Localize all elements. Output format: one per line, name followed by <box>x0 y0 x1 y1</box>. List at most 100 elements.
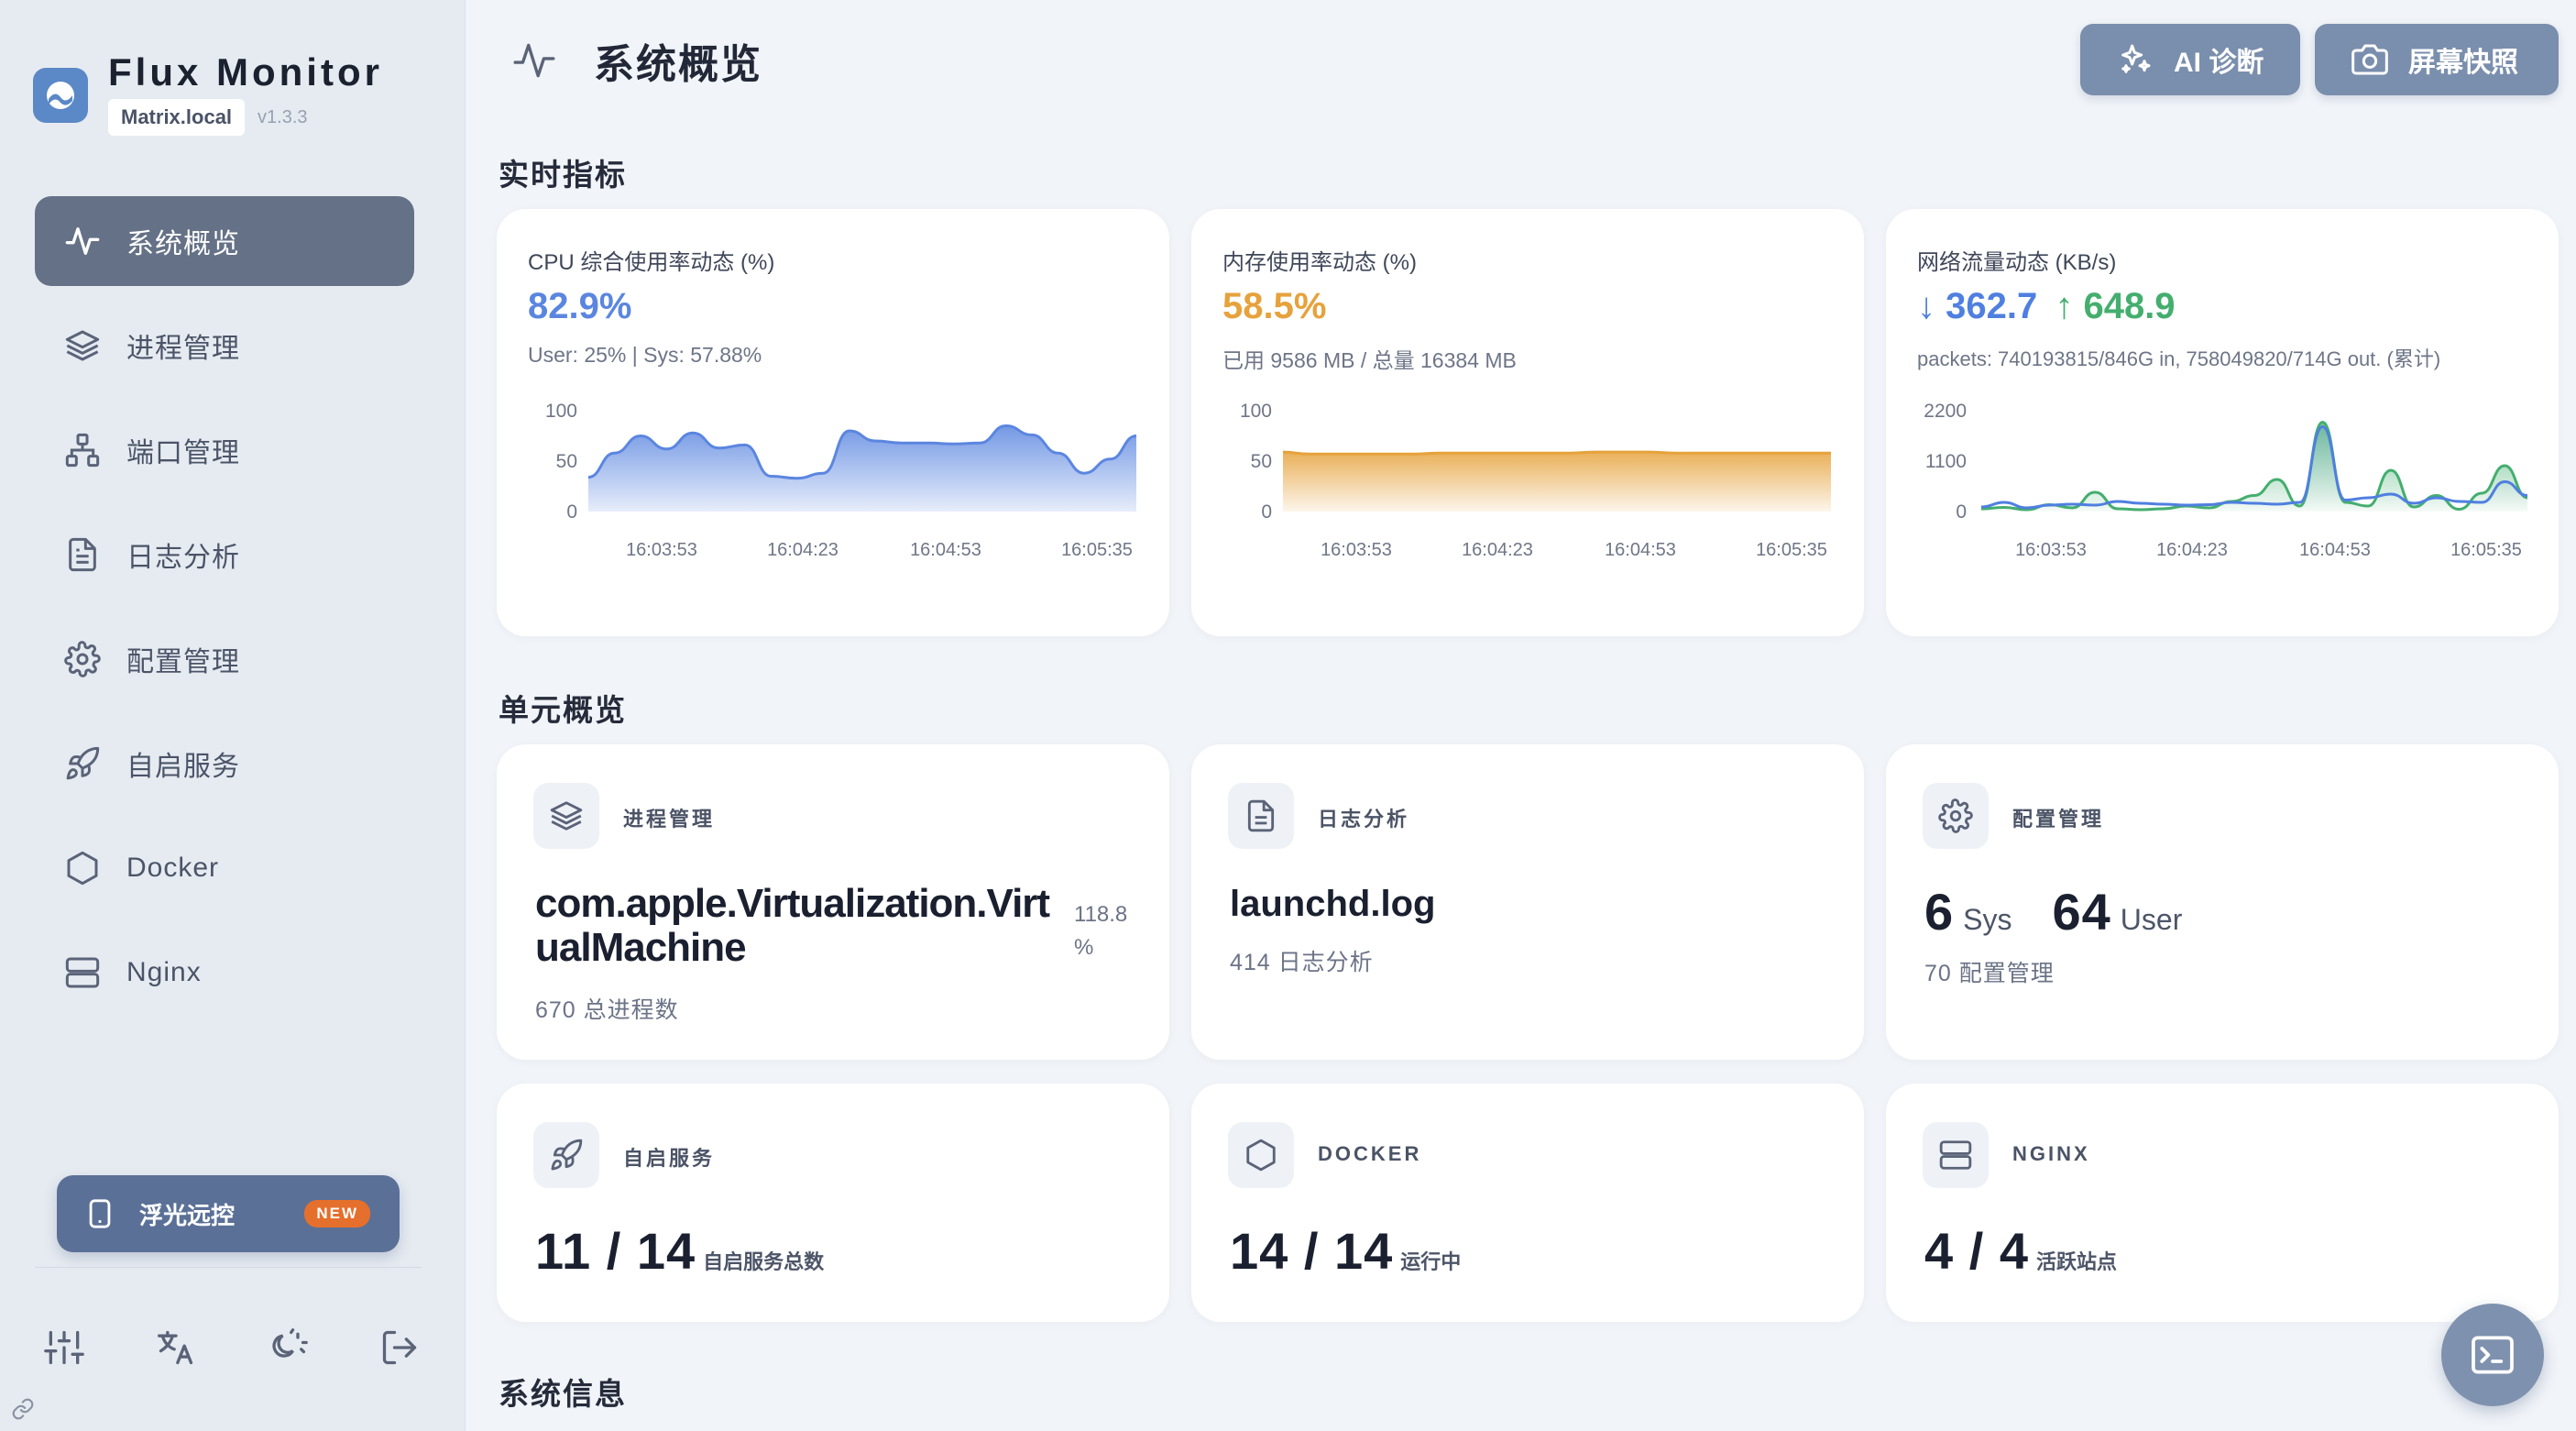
series-area <box>1283 452 1831 512</box>
cpu-value: 82.9% <box>528 286 632 326</box>
y-tick-label: 50 <box>556 451 577 472</box>
server-icon <box>1939 1140 1972 1170</box>
x-tick-label: 16:04:23 <box>767 540 839 560</box>
x-tick-label: 16:03:53 <box>626 540 697 560</box>
y-tick-label: 0 <box>566 501 577 523</box>
docker-stats: 14 / 14 运行中 <box>1230 1221 1461 1281</box>
sidebar-item-overview[interactable]: 系统概览 <box>35 196 414 286</box>
unit-card-config[interactable]: 配置管理 6 Sys 64 User 70 配置管理 <box>1886 744 2559 1060</box>
autostart-caption: 自启服务总数 <box>703 1250 825 1273</box>
sidebar-item-nginx[interactable]: Nginx <box>35 928 414 1018</box>
sidebar-item-label: 端口管理 <box>126 438 240 468</box>
app-name: Flux Monitor <box>108 50 383 94</box>
config-user-label: User <box>2120 903 2183 936</box>
y-tick-label: 0 <box>1261 501 1272 523</box>
layers-icon <box>65 330 100 361</box>
terminal-icon <box>2472 1336 2514 1374</box>
sidebar-item-label: 日志分析 <box>126 543 240 573</box>
unit-label: 进程管理 <box>623 808 716 831</box>
layers-icon <box>550 801 583 831</box>
docker-caption: 运行中 <box>1400 1250 1462 1273</box>
app-logo-icon <box>33 68 88 123</box>
unit-label: DOCKER <box>1318 1142 1422 1165</box>
sidebar-item-process[interactable]: 进程管理 <box>35 301 414 391</box>
series-line <box>1980 420 2528 512</box>
sidebar-item-ports[interactable]: 端口管理 <box>35 405 414 495</box>
sidebar-item-config[interactable]: 配置管理 <box>35 614 414 704</box>
y-tick-label: 0 <box>1956 501 1967 523</box>
series-area <box>588 425 1136 512</box>
unit-card-nginx[interactable]: NGINX 4 / 4 活跃站点 <box>1886 1084 2559 1322</box>
config-sys-count: 6 <box>1924 883 1955 941</box>
x-tick-label: 16:05:35 <box>1756 540 1827 560</box>
sidebar-item-label: 配置管理 <box>126 647 240 677</box>
server-icon <box>65 957 100 988</box>
sidebar-item-label: Nginx <box>126 957 202 987</box>
y-tick-label: 1100 <box>1925 451 1967 472</box>
theme-icon[interactable] <box>268 1327 308 1368</box>
config-counts: 6 Sys 64 User <box>1924 882 2182 941</box>
config-sys-label: Sys <box>1963 903 2012 936</box>
unit-card-logs[interactable]: 日志分析 launchd.log 414 日志分析 <box>1191 744 1864 1060</box>
sparkles-icon <box>2121 44 2151 73</box>
unit-card-autostart[interactable]: 自启服务 11 / 14 自启服务总数 <box>497 1084 1169 1322</box>
file-text-icon <box>69 537 96 572</box>
network-values: ↓ 362.7 ↑ 648.9 <box>1917 286 2176 327</box>
unit-icon <box>533 783 599 849</box>
memory-chart-card: 内存使用率动态 (%) 58.5% 已用 9586 MB / 总量 16384 … <box>1191 209 1864 636</box>
x-tick-label: 16:03:53 <box>2015 540 2087 560</box>
series-line <box>1282 450 1831 456</box>
ai-diagnose-label: AI 诊断 <box>2174 48 2264 78</box>
sidebar-item-autostart[interactable]: 自启服务 <box>35 719 414 809</box>
y-tick-label: 100 <box>545 401 577 422</box>
terminal-button[interactable] <box>2441 1304 2544 1406</box>
x-tick-label: 16:04:53 <box>910 540 981 560</box>
sidebar-item-label: 进程管理 <box>126 334 240 364</box>
network-up-value: ↑ 648.9 <box>2055 286 2176 326</box>
unit-label: 配置管理 <box>2012 808 2105 831</box>
section-title-sysinfo: 系统信息 <box>499 1377 627 1411</box>
sidebar-toolbar <box>44 1327 420 1368</box>
chart-title: CPU 综合使用率动态 (%) <box>528 250 775 275</box>
screenshot-label: 屏幕快照 <box>2408 48 2518 78</box>
translate-icon[interactable] <box>156 1327 196 1368</box>
host-badge: Matrix.local <box>108 99 246 136</box>
remote-control-button[interactable]: 浮光远控 NEW <box>57 1175 400 1252</box>
unit-icon <box>1228 783 1294 849</box>
hexagon-icon <box>67 851 98 886</box>
screenshot-button[interactable]: 屏幕快照 <box>2315 24 2559 95</box>
autostart-stats: 11 / 14 自启服务总数 <box>535 1221 824 1281</box>
x-tick-label: 16:05:35 <box>2450 540 2522 560</box>
y-tick-label: 100 <box>1240 401 1272 422</box>
x-tick-label: 16:05:35 <box>1061 540 1133 560</box>
phone-icon <box>89 1199 111 1228</box>
memory-value: 58.5% <box>1222 286 1327 326</box>
nginx-stats: 4 / 4 活跃站点 <box>1924 1221 2117 1281</box>
gear-icon <box>64 641 101 677</box>
sidebar-item-logs[interactable]: 日志分析 <box>35 510 414 600</box>
memory-breakdown: 已用 9586 MB / 总量 16384 MB <box>1222 348 1517 372</box>
nginx-caption: 活跃站点 <box>2035 1250 2117 1273</box>
logout-icon[interactable] <box>379 1327 420 1368</box>
unit-icon <box>1923 1122 1989 1188</box>
unit-icon <box>533 1122 599 1188</box>
rocket-icon <box>551 1139 583 1171</box>
log-count: 414 日志分析 <box>1230 950 1374 975</box>
cpu-breakdown: User: 25% | Sys: 57.88% <box>528 343 762 367</box>
network-chart-card: 网络流量动态 (KB/s) ↓ 362.7 ↑ 648.9 packets: 7… <box>1886 209 2559 636</box>
unit-card-docker[interactable]: DOCKER 14 / 14 运行中 <box>1191 1084 1864 1322</box>
link-icon[interactable] <box>11 1397 35 1421</box>
sidebar-item-label: 自启服务 <box>126 752 240 782</box>
sidebar-nav: 系统概览 进程管理 端口管理 日志分析 配置管理 自启服务 Docker Ngi… <box>35 196 414 1032</box>
top-log-name: launchd.log <box>1230 884 1436 924</box>
nginx-value: 4 / 4 <box>1924 1222 2029 1280</box>
sidebar-divider <box>35 1267 422 1268</box>
sliders-icon[interactable] <box>44 1327 84 1368</box>
sidebar-item-docker[interactable]: Docker <box>35 823 414 913</box>
gear-icon <box>1938 798 1973 833</box>
ai-diagnose-button[interactable]: AI 诊断 <box>2080 24 2300 95</box>
unit-card-process[interactable]: 进程管理 com.apple.Virtualization.VirtualMac… <box>497 744 1169 1060</box>
sidebar: Flux Monitor Matrix.local v1.3.3 系统概览 进程… <box>0 0 466 1431</box>
network-icon <box>65 433 100 468</box>
top-process-name: com.apple.Virtualization.VirtualMachine <box>535 881 1050 970</box>
